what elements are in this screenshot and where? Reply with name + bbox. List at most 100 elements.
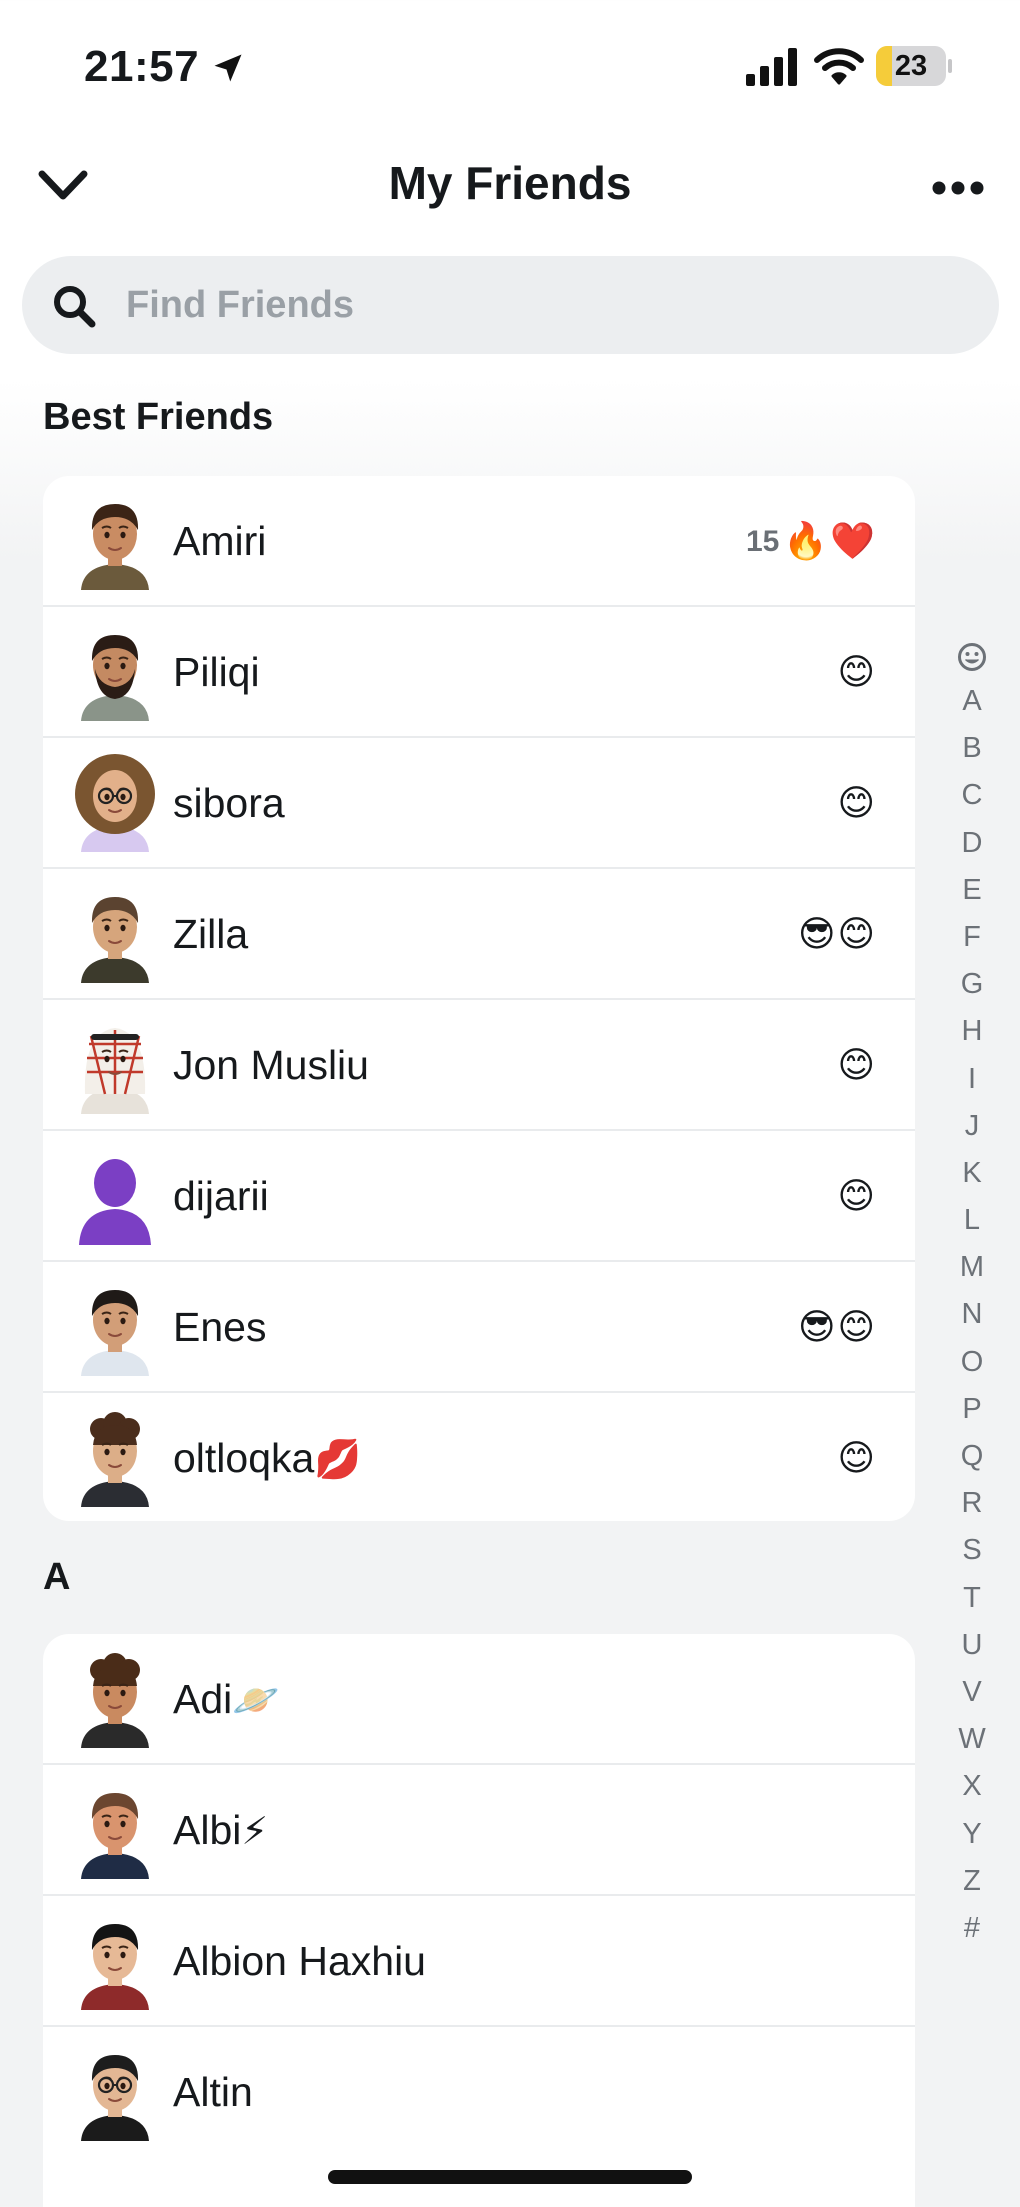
friend-status: 😎 😊 [798,1262,875,1393]
bitmoji-avatar[interactable] [65,1407,165,1507]
bitmoji-avatar[interactable] [65,1910,165,2010]
friend-emoji: 😊 [837,651,875,693]
index-letter[interactable]: L [950,1197,994,1244]
home-indicator[interactable] [328,2170,692,2184]
friend-name: Jon Musliu [173,1000,369,1131]
friend-emoji: 😊 [837,782,875,824]
name-emoji: 💋 [314,1439,362,1481]
friend-row[interactable]: Enes 😎 😊 [43,1262,915,1393]
friend-row[interactable]: oltloqka💋 😊 [43,1393,915,1521]
index-letter[interactable]: J [950,1103,994,1150]
bitmoji-avatar[interactable] [65,752,165,852]
index-letter[interactable]: P [950,1386,994,1433]
friend-row[interactable]: Amiri 15 🔥 ❤️ [43,476,915,607]
location-arrow-icon [214,54,242,82]
index-letter[interactable]: I [950,1056,994,1103]
friend-status: 😊 [837,1131,875,1262]
friend-emoji: ❤️ [830,520,875,562]
friend-row[interactable]: Adi🪐 [43,1634,915,1765]
smiley-index-icon[interactable] [950,636,994,678]
battery-level: 23 [894,50,928,82]
index-letter[interactable]: X [950,1763,994,1810]
bitmoji-avatar[interactable] [65,490,165,590]
index-letter[interactable]: E [950,867,994,914]
status-bar: 21:57 23 [0,0,1020,130]
friend-emoji: 😊 [837,1044,875,1086]
best-friends-list: Amiri 15 🔥 ❤️ Piliqi 😊 sibora 😊 Zilla 😎 … [43,476,915,1521]
bitmoji-avatar[interactable] [65,621,165,721]
friend-emoji: 😊 [837,1175,875,1217]
friend-row[interactable]: Albi⚡ [43,1765,915,1896]
index-letter[interactable]: W [950,1716,994,1763]
cellular-signal-icon [746,48,797,86]
friend-status: 15 🔥 ❤️ [746,476,875,607]
friend-emoji: 🔥 [783,520,829,562]
index-letter[interactable]: G [950,961,994,1008]
more-options-icon[interactable] [932,178,984,198]
search-bar[interactable] [22,256,999,354]
friend-name-text: oltloqka [173,1435,315,1481]
search-input[interactable] [126,256,946,354]
section-header-best-friends: Best Friends [43,396,274,438]
friend-emoji: 😊 [837,1437,875,1479]
default-avatar-icon[interactable] [65,1145,165,1245]
bitmoji-avatar[interactable] [65,883,165,983]
index-letter[interactable]: S [950,1527,994,1574]
index-letter[interactable]: B [950,725,994,772]
friend-status: 😊 [837,1000,875,1131]
bitmoji-avatar[interactable] [65,1014,165,1114]
friend-row[interactable]: Zilla 😎 😊 [43,869,915,1000]
friend-name-text: sibora [173,780,285,826]
index-letter[interactable]: Y [950,1811,994,1858]
index-letter[interactable]: T [950,1575,994,1622]
bitmoji-avatar[interactable] [65,1779,165,1879]
friend-name-text: Jon Musliu [173,1042,369,1088]
friend-row[interactable]: Albion Haxhiu [43,1896,915,2027]
friend-name-text: Amiri [173,518,267,564]
index-letter[interactable]: K [950,1150,994,1197]
friend-row[interactable]: dijarii 😊 [43,1131,915,1262]
friend-name-text: Altin [173,2069,253,2115]
friends-list-a: Adi🪐 Albi⚡ Albion Haxhiu Altin [43,1634,915,2207]
search-icon [54,286,96,328]
bitmoji-avatar[interactable] [65,1276,165,1376]
index-letter[interactable]: V [950,1669,994,1716]
index-letter[interactable]: M [950,1244,994,1291]
index-letter[interactable]: A [950,678,994,725]
index-letter[interactable]: # [950,1905,994,1952]
friend-row[interactable]: Altin [43,2027,915,2158]
status-time: 21:57 [84,42,200,91]
index-letter[interactable]: R [950,1480,994,1527]
section-header-a: A [43,1556,71,1598]
index-letter[interactable]: N [950,1291,994,1338]
friend-status: 😊 [837,738,875,869]
friend-row[interactable]: Jon Musliu 😊 [43,1000,915,1131]
name-emoji: ⚡ [241,1811,269,1853]
friend-status: 😊 [837,1393,875,1521]
index-letter[interactable]: Q [950,1433,994,1480]
alphabet-index[interactable]: A B C D E F G H I J K L M N O P Q R S T U V W X Y Z # [950,636,994,1952]
friend-name: Albion Haxhiu [173,1896,426,2027]
friend-status: 😊 [837,607,875,738]
index-letter[interactable]: C [950,772,994,819]
bitmoji-avatar[interactable] [65,1648,165,1748]
friend-name-text: Enes [173,1304,267,1350]
index-letter[interactable]: H [950,1008,994,1055]
friend-name: Amiri [173,476,266,607]
friend-emoji: 😊 [837,1306,875,1348]
battery-indicator: 23 [876,46,952,86]
name-emoji: 🪐 [232,1680,280,1722]
index-letter[interactable]: O [950,1339,994,1386]
friend-name: Zilla [173,869,248,1000]
index-letter[interactable]: U [950,1622,994,1669]
friend-name: sibora [173,738,285,869]
friend-emoji: 😎 [797,1306,836,1348]
friend-status: 😎 😊 [798,869,875,1000]
bitmoji-avatar[interactable] [65,2041,165,2141]
friend-row[interactable]: Piliqi 😊 [43,607,915,738]
index-letter[interactable]: F [950,914,994,961]
friend-name-text: Albion Haxhiu [173,1938,426,1984]
friend-row[interactable]: sibora 😊 [43,738,915,869]
index-letter[interactable]: Z [950,1858,994,1905]
index-letter[interactable]: D [950,820,994,867]
